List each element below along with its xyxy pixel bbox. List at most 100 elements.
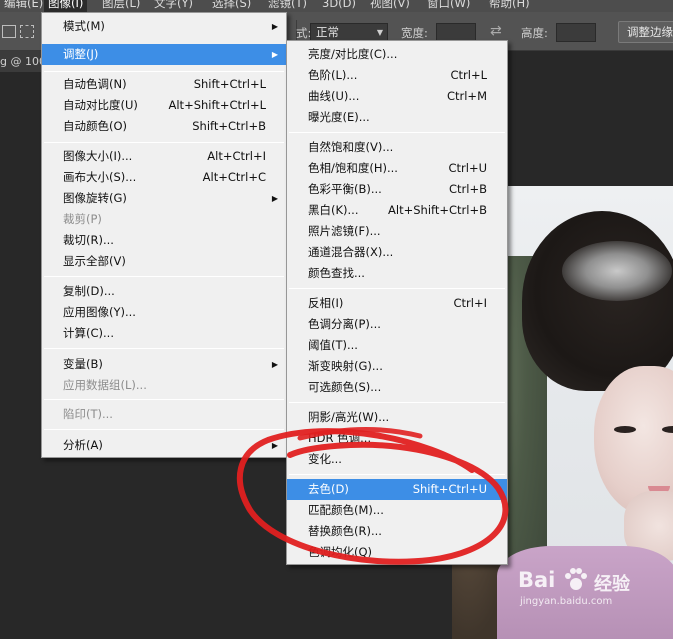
menu-item-shortcut: Ctrl+U — [448, 161, 487, 175]
width-label: 宽度: — [401, 26, 428, 40]
menu-item-apply-image[interactable]: 应用图像(Y)... — [42, 302, 286, 323]
menu-item-calculations[interactable]: 计算(C)... — [42, 323, 286, 344]
menu-item-variations[interactable]: 变化... — [287, 449, 507, 470]
menu-layer[interactable]: 图层(L) — [98, 0, 144, 12]
new-selection-icon[interactable] — [2, 25, 16, 38]
menu-item-exposure[interactable]: 曝光度(E)... — [287, 107, 507, 128]
menu-item-auto-contrast[interactable]: 自动对比度(U) Alt+Shift+Ctrl+L — [42, 95, 286, 116]
menu-filter[interactable]: 滤镜(T) — [264, 0, 311, 12]
menu-item-mode[interactable]: 模式(M) ▶ — [42, 16, 286, 37]
menu-item-replace-color[interactable]: 替换颜色(R)... — [287, 521, 507, 542]
menu-item-variables[interactable]: 变量(B) ▶ — [42, 354, 286, 375]
menu-3d[interactable]: 3D(D) — [318, 0, 360, 12]
menu-item-label: 色调均化(Q) — [308, 545, 373, 559]
photo-headdress — [562, 241, 672, 301]
height-label: 高度: — [521, 26, 548, 40]
menu-separator — [44, 71, 284, 72]
menu-item-match-color[interactable]: 匹配颜色(M)... — [287, 500, 507, 521]
menu-item-label: 图像旋转(G) — [63, 191, 127, 205]
menu-item-shadows-highlights[interactable]: 阴影/高光(W)... — [287, 407, 507, 428]
menu-help[interactable]: 帮助(H) — [485, 0, 534, 12]
menu-item-color-balance[interactable]: 色彩平衡(B)... Ctrl+B — [287, 179, 507, 200]
menu-item-threshold[interactable]: 阈值(T)... — [287, 335, 507, 356]
menu-separator — [289, 288, 505, 289]
menu-item-label: 变量(B) — [63, 357, 103, 371]
menu-edit[interactable]: 编辑(E) — [0, 0, 47, 12]
submenu-arrow-icon: ▶ — [271, 360, 278, 369]
menu-item-reveal-all[interactable]: 显示全部(V) — [42, 251, 286, 272]
menu-item-desaturate[interactable]: 去色(D) Shift+Ctrl+U — [287, 479, 507, 500]
menu-item-selective-color[interactable]: 可选颜色(S)... — [287, 377, 507, 398]
menu-item-shortcut: Shift+Ctrl+L — [193, 77, 266, 91]
menu-item-shortcut: Alt+Ctrl+I — [207, 149, 266, 163]
menu-type[interactable]: 文字(Y) — [150, 0, 197, 12]
menu-item-hdr-toning[interactable]: HDR 色调... — [287, 428, 507, 449]
watermark: Bai 经验 jingyan.baidu.com — [518, 568, 673, 628]
menu-item-label: 图像大小(I)... — [63, 149, 133, 163]
menu-item-label: 色彩平衡(B)... — [308, 182, 382, 196]
menu-item-gradient-map[interactable]: 渐变映射(G)... — [287, 356, 507, 377]
menu-item-vibrance[interactable]: 自然饱和度(V)... — [287, 137, 507, 158]
menu-item-shortcut: Ctrl+L — [450, 68, 487, 82]
menu-item-label: HDR 色调... — [308, 431, 372, 445]
menu-item-label: 分析(A) — [63, 438, 103, 452]
menu-item-canvas-size[interactable]: 画布大小(S)... Alt+Ctrl+C — [42, 167, 286, 188]
menu-item-label: 反相(I) — [308, 296, 344, 310]
menu-view[interactable]: 视图(V) — [366, 0, 414, 12]
menu-item-adjustments[interactable]: 调整(J) ▶ — [42, 44, 286, 65]
menu-image[interactable]: 图像(I) — [44, 0, 88, 12]
chevron-down-icon: ▼ — [376, 28, 383, 37]
menu-item-label: 曲线(U)... — [308, 89, 360, 103]
menu-item-label: 变化... — [308, 452, 342, 466]
menu-item-photo-filter[interactable]: 照片滤镜(F)... — [287, 221, 507, 242]
menu-separator — [44, 142, 284, 143]
menu-separator — [44, 399, 284, 400]
menu-item-trim[interactable]: 裁切(R)... — [42, 230, 286, 251]
menu-item-auto-tone[interactable]: 自动色调(N) Shift+Ctrl+L — [42, 74, 286, 95]
menu-item-label: 色调分离(P)... — [308, 317, 381, 331]
menu-item-brightness-contrast[interactable]: 亮度/对比度(C)... — [287, 44, 507, 65]
menu-item-equalize[interactable]: 色调均化(Q) — [287, 542, 507, 563]
menu-item-shortcut: Ctrl+I — [453, 296, 488, 310]
menu-item-label: 替换颜色(R)... — [308, 524, 382, 538]
menu-select[interactable]: 选择(S) — [208, 0, 255, 12]
height-field[interactable] — [556, 23, 596, 42]
menu-item-channel-mixer[interactable]: 通道混合器(X)... — [287, 242, 507, 263]
menu-item-black-white[interactable]: 黑白(K)... Alt+Shift+Ctrl+B — [287, 200, 507, 221]
menu-item-curves[interactable]: 曲线(U)... Ctrl+M — [287, 86, 507, 107]
add-selection-icon[interactable] — [20, 25, 34, 38]
menu-item-invert[interactable]: 反相(I) Ctrl+I — [287, 293, 507, 314]
document-tab[interactable]: g @ 100 — [0, 51, 45, 72]
refine-edge-button[interactable]: 调整边缘 — [618, 21, 673, 43]
menu-item-label: 裁切(R)... — [63, 233, 114, 247]
menu-item-shortcut: Alt+Shift+Ctrl+L — [168, 98, 267, 112]
menu-item-duplicate[interactable]: 复制(D)... — [42, 281, 286, 302]
menu-item-label: 色相/饱和度(H)... — [308, 161, 398, 175]
menu-item-analysis[interactable]: 分析(A) ▶ — [42, 435, 286, 456]
menu-item-image-rotation[interactable]: 图像旋转(G) ▶ — [42, 188, 286, 209]
menu-item-auto-color[interactable]: 自动颜色(O) Shift+Ctrl+B — [42, 116, 286, 137]
menu-item-label: 去色(D) — [308, 482, 349, 496]
menu-item-label: 匹配颜色(M)... — [308, 503, 384, 517]
menu-item-hue-saturation[interactable]: 色相/饱和度(H)... Ctrl+U — [287, 158, 507, 179]
menu-separator — [44, 348, 284, 349]
paw-icon — [565, 568, 587, 590]
menu-item-image-size[interactable]: 图像大小(I)... Alt+Ctrl+I — [42, 146, 286, 167]
menu-window[interactable]: 窗口(W) — [423, 0, 474, 12]
menu-item-label: 通道混合器(X)... — [308, 245, 394, 259]
menu-item-label: 应用图像(Y)... — [63, 305, 136, 319]
menu-item-posterize[interactable]: 色调分离(P)... — [287, 314, 507, 335]
submenu-arrow-icon: ▶ — [271, 194, 278, 203]
photo-eye-left — [614, 426, 636, 433]
swap-icon[interactable]: ⇄ — [490, 23, 502, 39]
menu-item-levels[interactable]: 色阶(L)... Ctrl+L — [287, 65, 507, 86]
menu-item-shortcut: Ctrl+M — [446, 89, 487, 103]
submenu-arrow-icon: ▶ — [271, 50, 278, 59]
submenu-arrow-icon: ▶ — [271, 22, 278, 31]
menu-item-label: 自动色调(N) — [63, 77, 127, 91]
menu-item-label: 黑白(K)... — [308, 203, 359, 217]
menu-item-color-lookup[interactable]: 颜色查找... — [287, 263, 507, 284]
menu-item-label: 颜色查找... — [308, 266, 365, 280]
menu-separator — [44, 429, 284, 430]
menu-separator — [289, 474, 505, 475]
